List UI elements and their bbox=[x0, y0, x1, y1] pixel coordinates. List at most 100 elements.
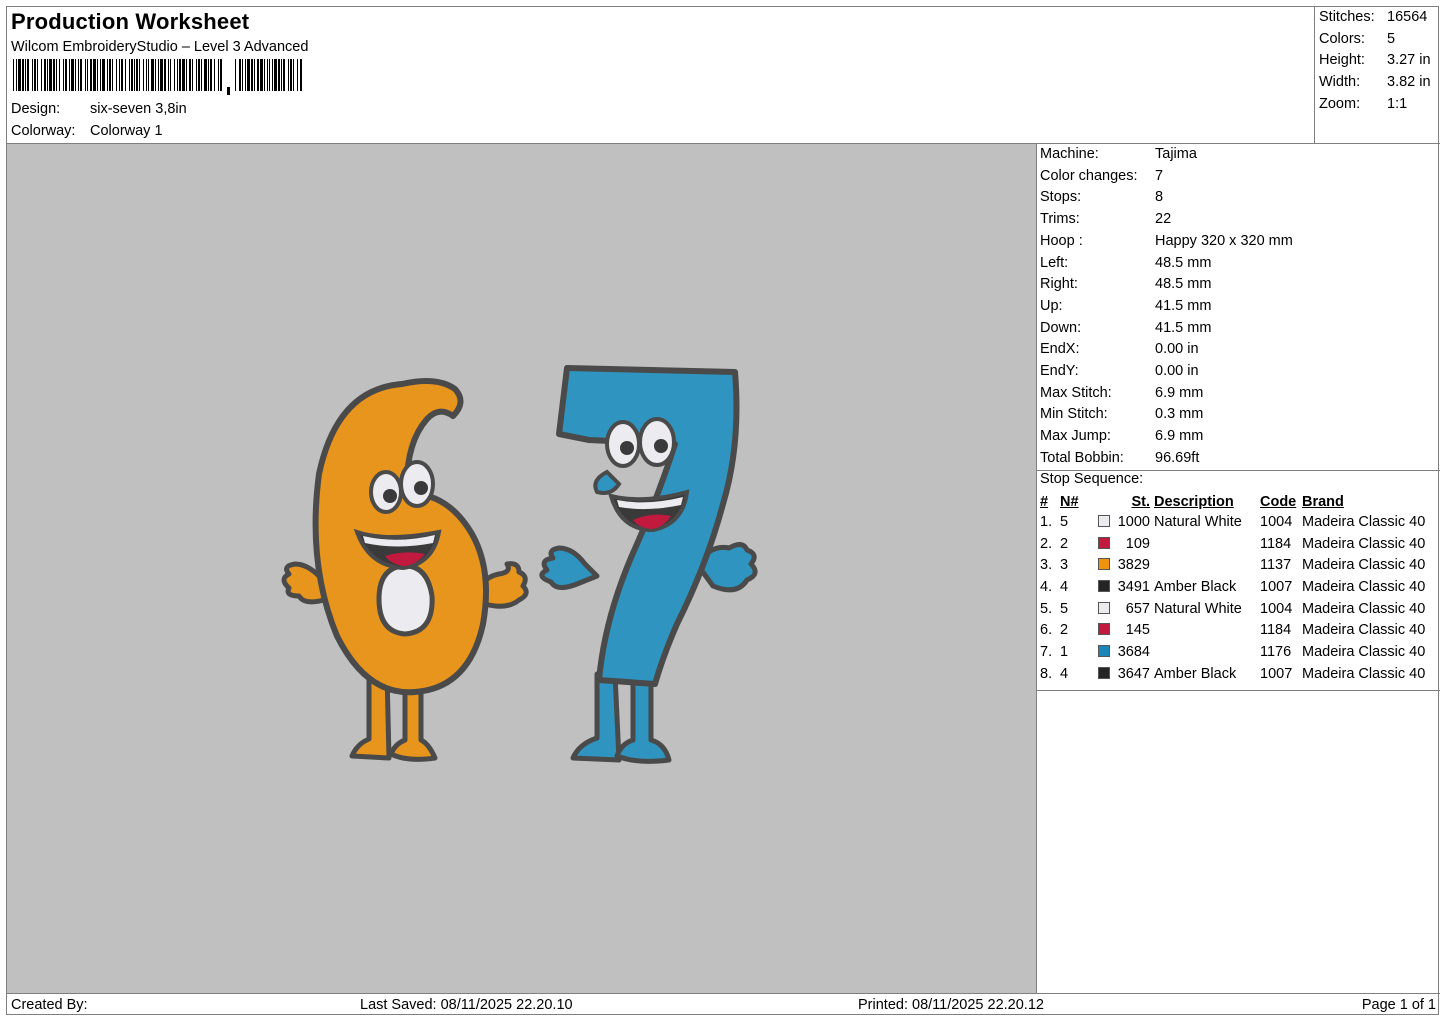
col-header-swatch bbox=[1096, 491, 1112, 511]
machine-info-value: 0.00 in bbox=[1155, 341, 1199, 358]
stitches-row: Stitches: 16564 bbox=[1319, 9, 1427, 25]
thread-code: 1184 bbox=[1260, 535, 1292, 552]
colorway-value: Colorway 1 bbox=[90, 123, 163, 139]
zoom-label: Zoom: bbox=[1319, 96, 1361, 112]
machine-info-value: 48.5 mm bbox=[1155, 254, 1212, 271]
stop-sequence-row: 3. 3 3829 1137 Madeira Classic 40 bbox=[1038, 554, 1427, 576]
stitch-count: 3684 bbox=[1117, 643, 1150, 660]
thread-brand: Madeira Classic 40 bbox=[1302, 643, 1426, 660]
color-swatch bbox=[1098, 536, 1110, 549]
stop-number: 2. bbox=[1040, 535, 1053, 552]
stop-sequence-body: 1. 5 1000 Natural White 1004 Madeira Classic … bbox=[1038, 511, 1427, 685]
stop-sequence-row: 1. 5 1000 Natural White 1004 Madeira Classic … bbox=[1038, 511, 1427, 533]
stop-sequence-row: 7. 1 3684 1176 Madeira Classic 40 bbox=[1038, 641, 1427, 663]
color-swatch bbox=[1098, 558, 1110, 571]
machine-info-row: EndX: 0.00 in bbox=[1040, 341, 1199, 357]
machine-info-label: Machine: bbox=[1040, 146, 1099, 162]
width-row: Width: 3.82 in bbox=[1319, 74, 1431, 90]
machine-info-label: Max Stitch: bbox=[1040, 384, 1112, 401]
color-swatch bbox=[1098, 601, 1110, 614]
needle-number: 4 bbox=[1060, 578, 1069, 595]
seven-left-leg bbox=[570, 671, 622, 763]
height-value: 3.27 in bbox=[1387, 52, 1431, 68]
height-row: Height: 3.27 in bbox=[1319, 52, 1431, 68]
seven-character bbox=[539, 365, 758, 764]
thread-brand: Madeira Classic 40 bbox=[1302, 665, 1426, 682]
machine-info-label: EndY: bbox=[1040, 363, 1079, 379]
stop-number: 5. bbox=[1040, 600, 1053, 617]
seven-right-pupil bbox=[654, 439, 668, 453]
worksheet-footer: Created By: Last Saved: 08/11/2025 22.20… bbox=[7, 993, 1440, 1017]
seven-nose bbox=[593, 469, 622, 495]
stop-number: 7. bbox=[1040, 643, 1053, 660]
thread-description: Amber Black bbox=[1154, 665, 1237, 682]
color-swatch-cell bbox=[1096, 554, 1112, 576]
design-value: six-seven 3,8in bbox=[90, 101, 187, 117]
machine-info-value: 41.5 mm bbox=[1155, 297, 1212, 314]
stop-number: 4. bbox=[1040, 578, 1053, 595]
thread-description bbox=[1152, 554, 1256, 576]
col-header-stitches: St. bbox=[1131, 494, 1150, 510]
col-header-brand: Brand bbox=[1302, 494, 1344, 510]
machine-info-label: Stops: bbox=[1040, 189, 1082, 206]
machine-info-value: 96.69ft bbox=[1155, 449, 1200, 466]
seven-right-leg bbox=[614, 671, 672, 764]
production-worksheet: Production Worksheet Wilcom EmbroiderySt… bbox=[6, 6, 1440, 1017]
color-swatch-cell bbox=[1096, 663, 1112, 685]
software-name: Wilcom EmbroideryStudio – Level 3 Advanc… bbox=[11, 39, 309, 55]
worksheet-header: Production Worksheet Wilcom EmbroiderySt… bbox=[7, 7, 1315, 144]
thread-code: 1184 bbox=[1260, 622, 1292, 639]
machine-info-row: Right: 48.5 mm bbox=[1040, 276, 1211, 292]
thread-description bbox=[1152, 641, 1256, 663]
height-label: Height: bbox=[1319, 52, 1365, 68]
stitch-count: 3829 bbox=[1117, 557, 1150, 574]
thread-code: 1004 bbox=[1260, 513, 1293, 530]
machine-info-label: Down: bbox=[1040, 319, 1082, 336]
needle-number: 1 bbox=[1060, 643, 1069, 660]
design-summary: Stitches: 16564 Colors: 5 Height: 3.27 in W… bbox=[1315, 7, 1440, 144]
machine-info-label: Total Bobbin: bbox=[1040, 449, 1124, 466]
stitch-count: 657 bbox=[1125, 600, 1150, 617]
six-character bbox=[281, 377, 529, 762]
machine-info-label: Hoop : bbox=[1040, 232, 1083, 249]
machine-info-row: Left: 48.5 mm bbox=[1040, 255, 1211, 271]
machine-info-value: 7 bbox=[1155, 167, 1164, 184]
color-swatch-cell bbox=[1096, 641, 1112, 663]
thread-description: Natural White bbox=[1154, 600, 1242, 617]
colors-label: Colors: bbox=[1319, 31, 1365, 47]
machine-info-value: 6.9 mm bbox=[1155, 428, 1204, 445]
thread-code: 1176 bbox=[1260, 643, 1292, 660]
col-header-code: Code bbox=[1260, 494, 1297, 510]
barcode bbox=[13, 59, 302, 95]
stop-sequence-title: Stop Sequence: bbox=[1040, 471, 1144, 487]
thread-description: Amber Black bbox=[1154, 578, 1237, 595]
col-header-description: Description bbox=[1154, 494, 1234, 510]
machine-info-row: Total Bobbin: 96.69ft bbox=[1040, 450, 1199, 466]
thread-code: 1004 bbox=[1260, 600, 1293, 617]
six-belly bbox=[376, 563, 435, 637]
thread-description bbox=[1152, 619, 1256, 641]
machine-info-label: Color changes: bbox=[1040, 167, 1138, 184]
machine-info-row: Hoop : Happy 320 x 320 mm bbox=[1040, 233, 1293, 249]
worksheet-title: Production Worksheet bbox=[11, 9, 250, 34]
machine-info-value: 6.9 mm bbox=[1155, 384, 1204, 401]
color-swatch bbox=[1098, 623, 1110, 636]
col-header-needle: N# bbox=[1060, 494, 1079, 510]
machine-info-label: Up: bbox=[1040, 297, 1063, 314]
color-swatch bbox=[1098, 666, 1110, 679]
stop-sequence-row: 2. 2 109 1184 Madeira Classic 40 bbox=[1038, 533, 1427, 555]
stop-number: 8. bbox=[1040, 665, 1053, 682]
color-swatch bbox=[1098, 644, 1110, 657]
design-row: Design: six-seven 3,8in bbox=[11, 101, 187, 117]
color-swatch-cell bbox=[1096, 598, 1112, 620]
created-by: Created By: bbox=[11, 997, 88, 1013]
stop-number: 6. bbox=[1040, 622, 1053, 639]
stop-sequence-row: 8. 4 3647 Amber Black 1007 Madeira Classic 40 bbox=[1038, 663, 1427, 685]
machine-info-value: 22 bbox=[1155, 211, 1172, 228]
stop-number: 1. bbox=[1040, 513, 1053, 530]
zoom-value: 1:1 bbox=[1387, 96, 1408, 112]
stitch-count: 3647 bbox=[1117, 665, 1150, 682]
machine-info-label: Right: bbox=[1040, 276, 1078, 293]
thread-code: 1007 bbox=[1260, 665, 1293, 682]
seven-left-pupil bbox=[620, 441, 634, 455]
